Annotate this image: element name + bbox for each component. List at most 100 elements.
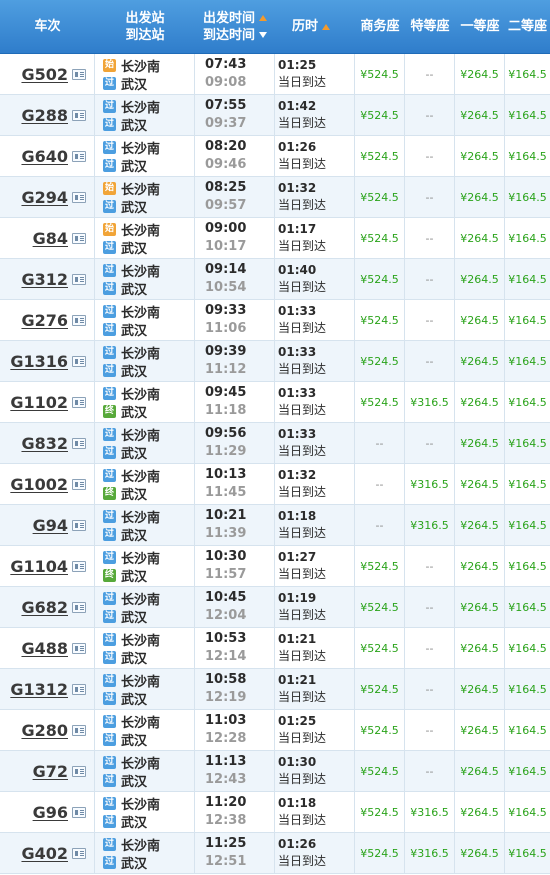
- seat-first-price[interactable]: ¥264.5: [455, 464, 505, 504]
- seat-second-price[interactable]: ¥164.5: [505, 587, 550, 627]
- header-arrive-time[interactable]: 到达时间: [203, 27, 267, 44]
- seat-biz-price[interactable]: ¥524.5: [355, 54, 405, 94]
- id-card-icon[interactable]: [72, 478, 86, 490]
- train-number-link[interactable]: G288: [21, 106, 68, 125]
- id-card-icon[interactable]: [72, 437, 86, 449]
- train-number-link[interactable]: G1002: [10, 475, 68, 494]
- train-number-link[interactable]: G502: [21, 65, 68, 84]
- seat-first-price[interactable]: ¥264.5: [455, 833, 505, 873]
- seat-biz-price[interactable]: ¥524.5: [355, 628, 405, 668]
- seat-first-price[interactable]: ¥264.5: [455, 710, 505, 750]
- seat-first-price[interactable]: ¥264.5: [455, 751, 505, 791]
- seat-biz-price[interactable]: ¥524.5: [355, 341, 405, 381]
- train-number-link[interactable]: G1316: [10, 352, 68, 371]
- seat-biz-price[interactable]: ¥524.5: [355, 792, 405, 832]
- id-card-icon[interactable]: [72, 765, 86, 777]
- seat-spc-price[interactable]: ¥316.5: [405, 464, 455, 504]
- seat-first-price[interactable]: ¥264.5: [455, 54, 505, 94]
- id-card-icon[interactable]: [72, 519, 86, 531]
- seat-biz-price[interactable]: ¥524.5: [355, 136, 405, 176]
- seat-first-price[interactable]: ¥264.5: [455, 546, 505, 586]
- seat-biz-price[interactable]: ¥524.5: [355, 259, 405, 299]
- seat-first-price[interactable]: ¥264.5: [455, 382, 505, 422]
- train-number-link[interactable]: G832: [21, 434, 68, 453]
- seat-first-price[interactable]: ¥264.5: [455, 177, 505, 217]
- id-card-icon[interactable]: [72, 314, 86, 326]
- id-card-icon[interactable]: [72, 396, 86, 408]
- seat-second-price[interactable]: ¥164.5: [505, 382, 550, 422]
- train-number-link[interactable]: G1102: [10, 393, 68, 412]
- seat-biz-price[interactable]: ¥524.5: [355, 382, 405, 422]
- seat-biz-price[interactable]: ¥524.5: [355, 546, 405, 586]
- id-card-icon[interactable]: [72, 847, 86, 859]
- train-number-link[interactable]: G96: [33, 803, 68, 822]
- seat-biz-price[interactable]: ¥524.5: [355, 177, 405, 217]
- id-card-icon[interactable]: [72, 68, 86, 80]
- seat-biz-price[interactable]: ¥524.5: [355, 833, 405, 873]
- seat-second-price[interactable]: ¥164.5: [505, 423, 550, 463]
- seat-second-price[interactable]: ¥164.5: [505, 54, 550, 94]
- seat-second-price[interactable]: ¥164.5: [505, 300, 550, 340]
- seat-spc-price[interactable]: ¥316.5: [405, 792, 455, 832]
- seat-first-price[interactable]: ¥264.5: [455, 423, 505, 463]
- seat-second-price[interactable]: ¥164.5: [505, 710, 550, 750]
- seat-first-price[interactable]: ¥264.5: [455, 628, 505, 668]
- train-number-link[interactable]: G94: [33, 516, 68, 535]
- train-number-link[interactable]: G1104: [10, 557, 68, 576]
- sort-asc-icon[interactable]: [259, 15, 267, 21]
- seat-first-price[interactable]: ¥264.5: [455, 218, 505, 258]
- seat-biz-price[interactable]: ¥524.5: [355, 669, 405, 709]
- id-card-icon[interactable]: [72, 724, 86, 736]
- seat-biz-price[interactable]: ¥524.5: [355, 710, 405, 750]
- seat-first-price[interactable]: ¥264.5: [455, 300, 505, 340]
- seat-second-price[interactable]: ¥164.5: [505, 95, 550, 135]
- id-card-icon[interactable]: [72, 642, 86, 654]
- train-number-link[interactable]: G276: [21, 311, 68, 330]
- seat-first-price[interactable]: ¥264.5: [455, 341, 505, 381]
- seat-second-price[interactable]: ¥164.5: [505, 341, 550, 381]
- id-card-icon[interactable]: [72, 560, 86, 572]
- seat-first-price[interactable]: ¥264.5: [455, 95, 505, 135]
- seat-first-price[interactable]: ¥264.5: [455, 587, 505, 627]
- seat-second-price[interactable]: ¥164.5: [505, 177, 550, 217]
- seat-second-price[interactable]: ¥164.5: [505, 751, 550, 791]
- header-depart-time[interactable]: 出发时间: [203, 10, 267, 27]
- train-number-link[interactable]: G488: [21, 639, 68, 658]
- seat-spc-price[interactable]: ¥316.5: [405, 505, 455, 545]
- id-card-icon[interactable]: [72, 601, 86, 613]
- sort-desc-icon[interactable]: [259, 32, 267, 38]
- id-card-icon[interactable]: [72, 683, 86, 695]
- train-number-link[interactable]: G402: [21, 844, 68, 863]
- seat-first-price[interactable]: ¥264.5: [455, 136, 505, 176]
- train-number-link[interactable]: G312: [21, 270, 68, 289]
- sort-asc-icon[interactable]: [322, 23, 331, 30]
- id-card-icon[interactable]: [72, 150, 86, 162]
- id-card-icon[interactable]: [72, 273, 86, 285]
- seat-biz-price[interactable]: ¥524.5: [355, 587, 405, 627]
- id-card-icon[interactable]: [72, 191, 86, 203]
- seat-first-price[interactable]: ¥264.5: [455, 259, 505, 299]
- header-time[interactable]: 出发时间 到达时间: [195, 0, 275, 53]
- seat-second-price[interactable]: ¥164.5: [505, 505, 550, 545]
- seat-biz-price[interactable]: ¥524.5: [355, 300, 405, 340]
- seat-biz-price[interactable]: ¥524.5: [355, 218, 405, 258]
- seat-biz-price[interactable]: ¥524.5: [355, 751, 405, 791]
- seat-second-price[interactable]: ¥164.5: [505, 218, 550, 258]
- seat-first-price[interactable]: ¥264.5: [455, 505, 505, 545]
- train-number-link[interactable]: G682: [21, 598, 68, 617]
- id-card-icon[interactable]: [72, 232, 86, 244]
- train-number-link[interactable]: G294: [21, 188, 68, 207]
- train-number-link[interactable]: G72: [33, 762, 68, 781]
- id-card-icon[interactable]: [72, 806, 86, 818]
- seat-second-price[interactable]: ¥164.5: [505, 669, 550, 709]
- seat-second-price[interactable]: ¥164.5: [505, 628, 550, 668]
- seat-second-price[interactable]: ¥164.5: [505, 833, 550, 873]
- seat-biz-price[interactable]: ¥524.5: [355, 95, 405, 135]
- id-card-icon[interactable]: [72, 109, 86, 121]
- seat-second-price[interactable]: ¥164.5: [505, 464, 550, 504]
- seat-spc-price[interactable]: ¥316.5: [405, 382, 455, 422]
- seat-second-price[interactable]: ¥164.5: [505, 259, 550, 299]
- header-duration[interactable]: 历时: [275, 0, 355, 53]
- seat-spc-price[interactable]: ¥316.5: [405, 833, 455, 873]
- train-number-link[interactable]: G280: [21, 721, 68, 740]
